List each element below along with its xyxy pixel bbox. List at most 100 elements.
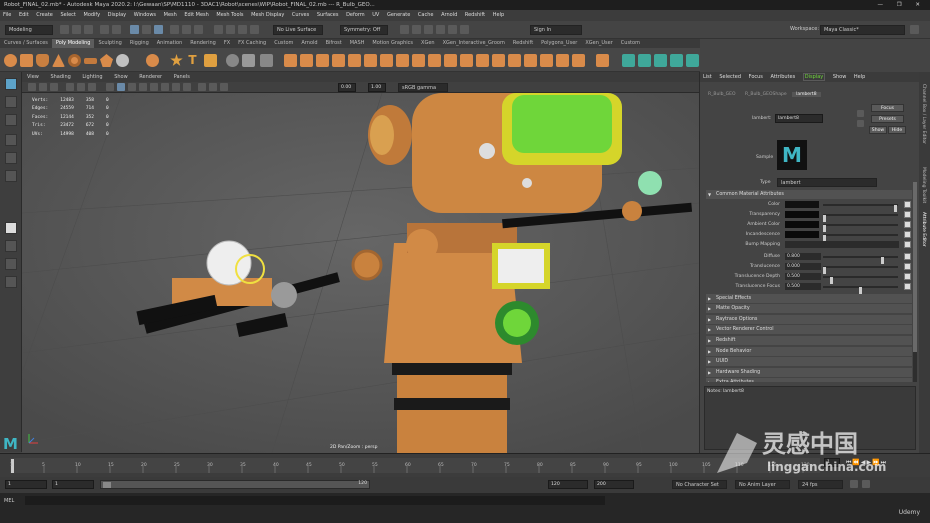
xray-icon[interactable] — [209, 83, 217, 91]
menu-select[interactable]: Select — [60, 12, 75, 18]
shelf-tab-polygons-user[interactable]: Polygons_User — [537, 39, 581, 48]
lasso-tool-icon[interactable] — [5, 96, 17, 108]
bridge-icon[interactable] — [300, 54, 313, 67]
node-tab-lambert8[interactable]: lambert8 — [792, 92, 821, 97]
poke-icon[interactable] — [556, 54, 569, 67]
render-settings-icon[interactable] — [436, 25, 445, 34]
color-swatch[interactable] — [785, 211, 819, 218]
map-button[interactable] — [904, 211, 911, 218]
menu-set-dropdown[interactable]: Modeling — [5, 25, 53, 35]
poly-cube-icon[interactable] — [20, 54, 33, 67]
boolean-difference-icon[interactable] — [348, 54, 361, 67]
ae-menu-selected[interactable]: Selected — [719, 74, 741, 80]
camera-based-uv-icon[interactable] — [670, 54, 683, 67]
side-tab-channel-box[interactable]: Channel Box / Layer Editor — [921, 84, 926, 144]
section-common-material-attributes[interactable]: Common Material Attributes — [706, 190, 912, 199]
viewport-menu-panels[interactable]: Panels — [174, 74, 190, 80]
redo-icon[interactable] — [112, 25, 121, 34]
history-icon[interactable] — [400, 25, 409, 34]
attr-slider[interactable] — [823, 266, 898, 274]
attr-value-field[interactable]: 0.500 — [785, 273, 821, 280]
shelf-tab-fx-caching[interactable]: FX Caching — [234, 39, 270, 48]
section-special-effects[interactable]: Special Effects — [706, 294, 912, 303]
smooth-icon[interactable] — [260, 54, 273, 67]
automatic-uv-icon[interactable] — [654, 54, 667, 67]
persp-graph-layout-icon[interactable] — [5, 276, 17, 288]
face-mask-icon[interactable] — [194, 25, 203, 34]
viewport-menu-lighting[interactable]: Lighting — [82, 74, 102, 80]
insert-edge-loop-icon[interactable] — [540, 54, 553, 67]
bump-map-field[interactable] — [785, 241, 899, 248]
svg-icon[interactable] — [204, 54, 217, 67]
shelf-tab-bifrost[interactable]: Bifrost — [322, 39, 346, 48]
render-frame-icon[interactable] — [412, 25, 421, 34]
map-button[interactable] — [904, 231, 911, 238]
select-by-hierarchy-icon[interactable] — [130, 25, 139, 34]
platonic-solids-icon[interactable] — [116, 54, 129, 67]
boolean-intersection-icon[interactable] — [364, 54, 377, 67]
attr-slider[interactable] — [823, 286, 898, 294]
save-scene-icon[interactable] — [84, 25, 93, 34]
poly-cone-icon[interactable] — [52, 54, 65, 67]
command-input[interactable] — [25, 496, 605, 505]
menu-generate[interactable]: Generate — [387, 12, 410, 18]
shadows-icon[interactable] — [161, 83, 169, 91]
edge-mask-icon[interactable] — [182, 25, 191, 34]
multi-cut-icon[interactable] — [444, 54, 457, 67]
undo-icon[interactable] — [100, 25, 109, 34]
ae-menu-list[interactable]: List — [703, 74, 712, 80]
connect-icon[interactable] — [476, 54, 489, 67]
node-tab-r-bulb-geo[interactable]: R_Bulb_GEO — [704, 92, 740, 97]
shelf-tab-custom[interactable]: Custom — [270, 39, 297, 48]
range-slider[interactable]: 120 — [100, 480, 370, 489]
shelf-tab-xgen-user[interactable]: XGen_User — [581, 39, 616, 48]
time-slider-ticks[interactable] — [10, 458, 820, 473]
attr-value-field[interactable]: 0.000 — [785, 263, 821, 270]
menu-edit-mesh[interactable]: Edit Mesh — [184, 12, 208, 18]
poly-plane-icon[interactable] — [84, 58, 97, 64]
spherical-uv-icon[interactable] — [638, 54, 651, 67]
offset-edge-loop-icon[interactable] — [524, 54, 537, 67]
viewport-menu-renderer[interactable]: Renderer — [139, 74, 162, 80]
menu-mesh[interactable]: Mesh — [164, 12, 177, 18]
render-view-icon[interactable] — [460, 25, 469, 34]
animation-start-field[interactable]: 1 — [5, 480, 47, 489]
map-button[interactable] — [904, 273, 911, 280]
poly-cylinder-icon[interactable] — [36, 54, 49, 67]
map-button[interactable] — [904, 253, 911, 260]
input-connection-icon[interactable] — [857, 110, 864, 117]
persp-outliner-layout-icon[interactable] — [5, 258, 17, 270]
shelf-tab-poly-modeling[interactable]: Poly Modeling — [51, 39, 95, 48]
select-by-object-icon[interactable] — [142, 25, 151, 34]
shelf-tab-rigging[interactable]: Rigging — [126, 39, 153, 48]
fill-hole-icon[interactable] — [412, 54, 425, 67]
command-language-label[interactable]: MEL — [4, 498, 14, 504]
camera-attributes-icon[interactable] — [39, 83, 47, 91]
anti-aliasing-icon[interactable] — [183, 83, 191, 91]
live-surface-field[interactable]: No Live Surface — [273, 25, 323, 35]
bevel-icon[interactable] — [316, 54, 329, 67]
separate-icon[interactable] — [242, 54, 255, 67]
attr-value-field[interactable]: 0.800 — [785, 253, 821, 260]
map-button[interactable] — [904, 221, 911, 228]
map-button[interactable] — [904, 263, 911, 270]
attr-slider[interactable] — [823, 234, 898, 242]
quad-draw-icon[interactable] — [492, 54, 505, 67]
menu-uv[interactable]: UV — [372, 12, 379, 18]
mirror-icon[interactable] — [380, 54, 393, 67]
menu-deform[interactable]: Deform — [346, 12, 365, 18]
shelf-tab-xgen-groom[interactable]: XGen_Interactive_Groom — [439, 39, 509, 48]
type-text-icon[interactable]: T — [186, 54, 199, 67]
viewport-persp[interactable] — [22, 93, 699, 453]
combine-icon[interactable] — [226, 54, 239, 67]
menu-help[interactable]: Help — [493, 12, 504, 18]
attr-value-field[interactable]: 0.500 — [785, 283, 821, 290]
section-matte-opacity[interactable]: Matte Opacity — [706, 304, 912, 313]
section-extra-attributes[interactable]: Extra Attributes — [706, 378, 912, 382]
vertex-mask-icon[interactable] — [170, 25, 179, 34]
grid-toggle-icon[interactable] — [66, 83, 74, 91]
sign-in-dropdown[interactable]: Sign In — [530, 25, 582, 35]
ae-menu-focus[interactable]: Focus — [749, 74, 763, 80]
workspace-dropdown[interactable]: Maya Classic* — [820, 25, 905, 35]
section-node-behavior[interactable]: Node Behavior — [706, 347, 912, 356]
